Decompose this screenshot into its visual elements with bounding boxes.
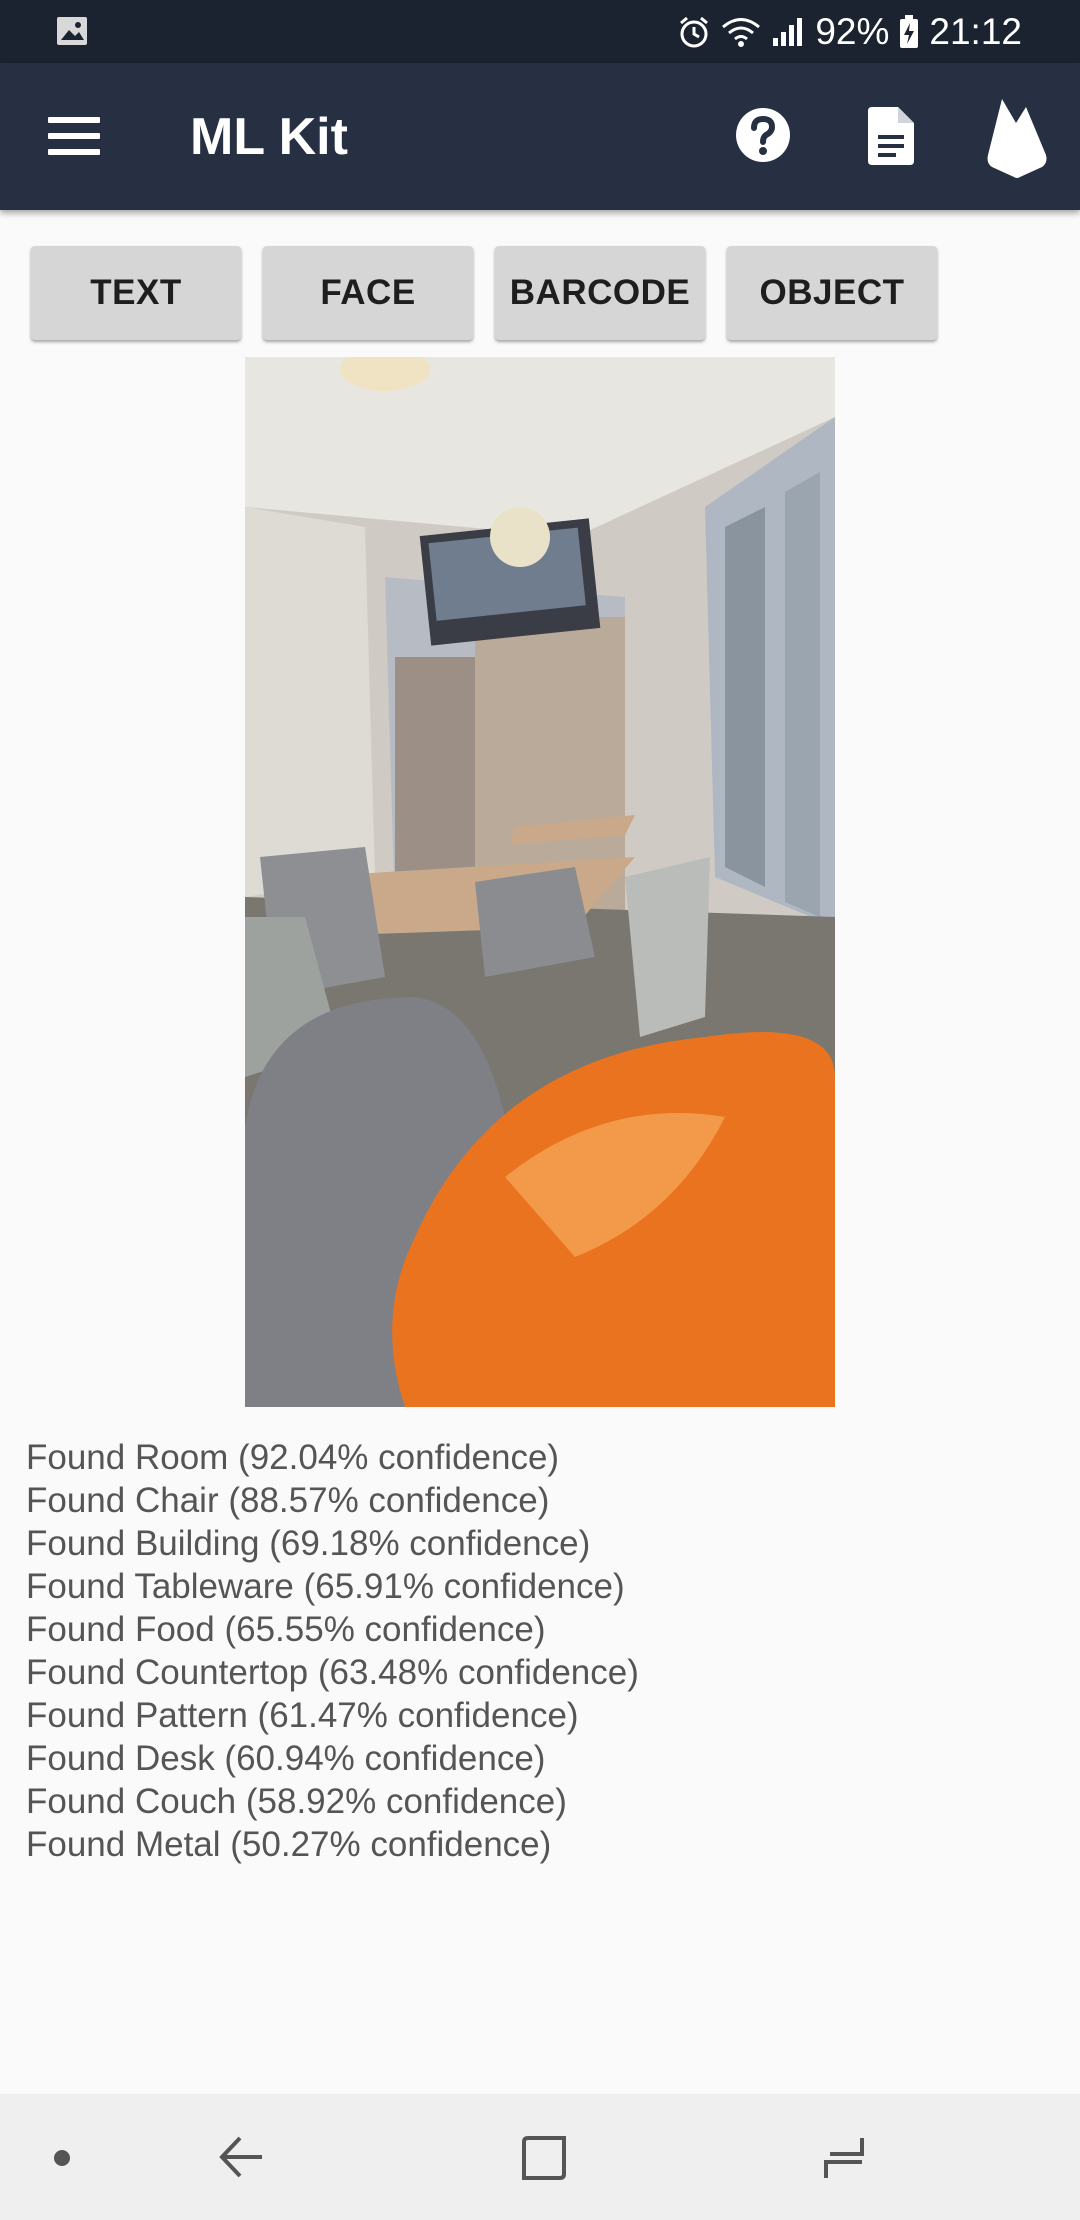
document-icon[interactable] (868, 107, 914, 165)
result-item: Found Metal (50.27% confidence) (26, 1825, 552, 1864)
app-bar: ML Kit (0, 63, 1080, 210)
result-item: Found Desk (60.94% confidence) (26, 1739, 546, 1778)
nav-dot-icon[interactable] (52, 2148, 72, 2168)
status-indicators: 92% 21:12 (677, 0, 1022, 63)
result-item: Found Tableware (65.91% confidence) (26, 1567, 625, 1606)
signal-icon (773, 17, 803, 46)
image-icon (57, 17, 87, 45)
status-bar: 92% 21:12 (0, 0, 1080, 63)
home-icon[interactable] (520, 2134, 568, 2182)
alarm-icon (680, 16, 709, 47)
object-button[interactable]: OBJECT (727, 246, 937, 340)
wifi-icon (722, 17, 761, 47)
help-icon[interactable] (735, 107, 791, 163)
face-button[interactable]: FACE (263, 246, 473, 340)
menu-icon[interactable] (48, 117, 100, 155)
barcode-button[interactable]: BARCODE (495, 246, 705, 340)
battery-charging-icon (900, 14, 919, 48)
app-title: ML Kit (190, 108, 348, 166)
result-item: Found Countertop (63.48% confidence) (26, 1653, 639, 1692)
firebase-icon[interactable] (986, 93, 1048, 179)
result-item: Found Building (69.18% confidence) (26, 1524, 591, 1563)
mode-tabs: TEXT FACE BARCODE OBJECT (31, 246, 937, 340)
detection-results: Found Room (92.04% confidence) Found Cha… (26, 1436, 639, 1866)
analyzed-photo (245, 357, 835, 1407)
recents-icon[interactable] (822, 2134, 870, 2182)
battery-percent: 92% (815, 10, 890, 52)
result-item: Found Chair (88.57% confidence) (26, 1481, 550, 1520)
text-button[interactable]: TEXT (31, 246, 241, 340)
navigation-bar (0, 2094, 1080, 2220)
back-icon[interactable] (218, 2134, 266, 2180)
result-item: Found Pattern (61.47% confidence) (26, 1696, 579, 1735)
clock: 21:12 (929, 10, 1022, 52)
result-item: Found Couch (58.92% confidence) (26, 1782, 567, 1821)
result-item: Found Room (92.04% confidence) (26, 1438, 560, 1477)
result-item: Found Food (65.55% confidence) (26, 1610, 546, 1649)
